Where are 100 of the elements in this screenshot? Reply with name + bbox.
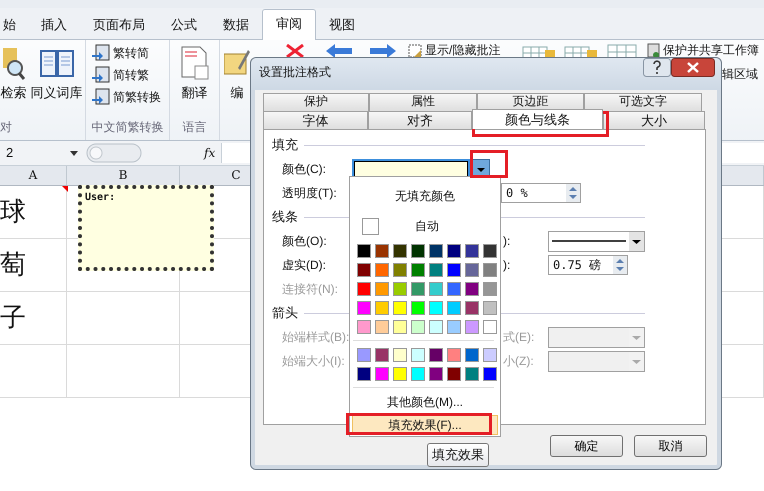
delete-icon[interactable] bbox=[284, 44, 306, 58]
no-fill-option[interactable]: 无填充颜色 bbox=[350, 187, 500, 205]
color-swatch[interactable] bbox=[411, 244, 425, 258]
automatic-option[interactable]: 自动 bbox=[415, 218, 439, 234]
ribbon-tab[interactable]: 始 bbox=[3, 11, 28, 39]
color-swatch[interactable] bbox=[447, 348, 461, 362]
color-swatch[interactable] bbox=[483, 366, 497, 380]
color-swatch[interactable] bbox=[429, 282, 443, 296]
dialog-tab[interactable]: 颜色与线条 bbox=[472, 109, 603, 129]
color-swatch[interactable] bbox=[465, 348, 479, 362]
spinner-field[interactable]: 0 % bbox=[501, 183, 581, 203]
translate-button[interactable]: 翻译 bbox=[182, 84, 208, 102]
color-swatch[interactable] bbox=[429, 320, 443, 334]
color-swatch[interactable] bbox=[411, 282, 425, 296]
ribbon-tab[interactable]: 页面布局 bbox=[80, 11, 158, 39]
document-icon[interactable] bbox=[180, 46, 208, 80]
color-swatch[interactable] bbox=[393, 282, 407, 296]
show-hide-comments-button[interactable]: 显示/隐藏批注 bbox=[425, 42, 500, 59]
color-swatch[interactable] bbox=[375, 282, 389, 296]
dialog-tab[interactable]: 大小 bbox=[603, 111, 705, 129]
color-swatch[interactable] bbox=[393, 300, 407, 314]
color-swatch[interactable] bbox=[429, 366, 443, 380]
color-swatch[interactable] bbox=[357, 348, 371, 362]
convert-icon[interactable] bbox=[92, 44, 110, 62]
edit-comment-button[interactable]: 编 bbox=[230, 84, 244, 102]
dialog-tab[interactable]: 保护 bbox=[263, 93, 369, 111]
caret-icon[interactable] bbox=[629, 232, 644, 250]
color-swatch[interactable] bbox=[393, 262, 407, 276]
ribbon-tab[interactable]: 数据 bbox=[210, 11, 262, 39]
color-swatch[interactable] bbox=[375, 320, 389, 334]
research-button[interactable]: 检索 bbox=[0, 84, 26, 102]
protect-share-button[interactable]: 保护并共享工作簿 bbox=[663, 42, 759, 59]
convert-button[interactable]: 简繁转换 bbox=[113, 88, 161, 106]
color-swatch[interactable] bbox=[447, 282, 461, 296]
column-header[interactable]: A bbox=[0, 166, 67, 185]
automatic-swatch[interactable] bbox=[362, 218, 379, 234]
dialog-tab[interactable]: 可选文字 bbox=[584, 93, 702, 111]
spin-arrows-icon[interactable] bbox=[566, 184, 580, 202]
color-swatch[interactable] bbox=[429, 348, 443, 362]
color-swatch[interactable] bbox=[375, 262, 389, 276]
line-style-select[interactable] bbox=[548, 230, 645, 252]
convert-icon[interactable] bbox=[92, 88, 110, 106]
dialog-tab[interactable]: 属性 bbox=[369, 93, 477, 111]
function-label[interactable]: fx bbox=[204, 146, 216, 160]
color-swatch[interactable] bbox=[483, 300, 497, 314]
help-icon[interactable] bbox=[643, 58, 671, 77]
color-swatch[interactable] bbox=[465, 282, 479, 296]
color-swatch[interactable] bbox=[465, 366, 479, 380]
convert-icon[interactable] bbox=[92, 66, 110, 84]
color-swatch[interactable] bbox=[465, 300, 479, 314]
ribbon-tab[interactable]: 公式 bbox=[158, 11, 210, 39]
color-swatch[interactable] bbox=[447, 320, 461, 334]
color-swatch[interactable] bbox=[447, 366, 461, 380]
right-arrow-icon[interactable] bbox=[370, 44, 396, 58]
color-swatch[interactable] bbox=[357, 282, 371, 296]
left-arrow-icon[interactable] bbox=[326, 44, 352, 58]
color-swatch[interactable] bbox=[411, 348, 425, 362]
comment-box[interactable]: User: bbox=[78, 185, 214, 271]
color-swatch[interactable] bbox=[465, 244, 479, 258]
color-swatch[interactable] bbox=[447, 244, 461, 258]
color-swatch[interactable] bbox=[483, 282, 497, 296]
dialog-tab[interactable]: 对齐 bbox=[368, 111, 472, 129]
color-swatch[interactable] bbox=[447, 262, 461, 276]
color-swatch[interactable] bbox=[483, 320, 497, 334]
scroll-handle-icon[interactable] bbox=[86, 143, 142, 163]
color-swatch[interactable] bbox=[483, 244, 497, 258]
color-swatch[interactable] bbox=[429, 300, 443, 314]
caret-icon[interactable] bbox=[70, 150, 78, 156]
color-swatch[interactable] bbox=[375, 300, 389, 314]
spin-arrows-icon[interactable] bbox=[613, 256, 627, 274]
color-swatch[interactable] bbox=[411, 320, 425, 334]
name-box[interactable]: 2 bbox=[0, 143, 70, 163]
color-swatch[interactable] bbox=[411, 300, 425, 314]
workbook-icon[interactable] bbox=[647, 42, 661, 58]
color-swatch[interactable] bbox=[483, 262, 497, 276]
color-swatch[interactable] bbox=[393, 348, 407, 362]
color-swatch[interactable] bbox=[357, 366, 371, 380]
color-swatch[interactable] bbox=[357, 320, 371, 334]
color-swatch[interactable] bbox=[375, 366, 389, 380]
color-swatch[interactable] bbox=[357, 244, 371, 258]
more-colors-option[interactable]: 其他颜色(M)... bbox=[350, 392, 500, 412]
dialog-tab[interactable]: 字体 bbox=[263, 111, 368, 129]
color-swatch[interactable] bbox=[411, 366, 425, 380]
ribbon-tab[interactable]: 审阅 bbox=[262, 9, 316, 40]
color-swatch[interactable] bbox=[447, 300, 461, 314]
thesaurus-button[interactable]: 同义词库 bbox=[30, 84, 82, 102]
color-swatch[interactable] bbox=[393, 244, 407, 258]
color-swatch[interactable] bbox=[393, 366, 407, 380]
color-swatch[interactable] bbox=[375, 348, 389, 362]
note-icon[interactable] bbox=[408, 44, 422, 58]
magnifier-icon[interactable] bbox=[2, 46, 24, 80]
edit-ranges-button[interactable]: 辑区域 bbox=[722, 66, 758, 83]
color-swatch[interactable] bbox=[357, 262, 371, 276]
color-swatch[interactable] bbox=[483, 348, 497, 362]
dialog-button[interactable]: 取消 bbox=[634, 435, 707, 457]
close-icon[interactable] bbox=[671, 58, 715, 77]
color-swatch[interactable] bbox=[411, 262, 425, 276]
color-swatch[interactable] bbox=[357, 300, 371, 314]
convert-button[interactable]: 简转繁 bbox=[113, 66, 149, 84]
dialog-button[interactable]: 确定 bbox=[550, 435, 623, 457]
